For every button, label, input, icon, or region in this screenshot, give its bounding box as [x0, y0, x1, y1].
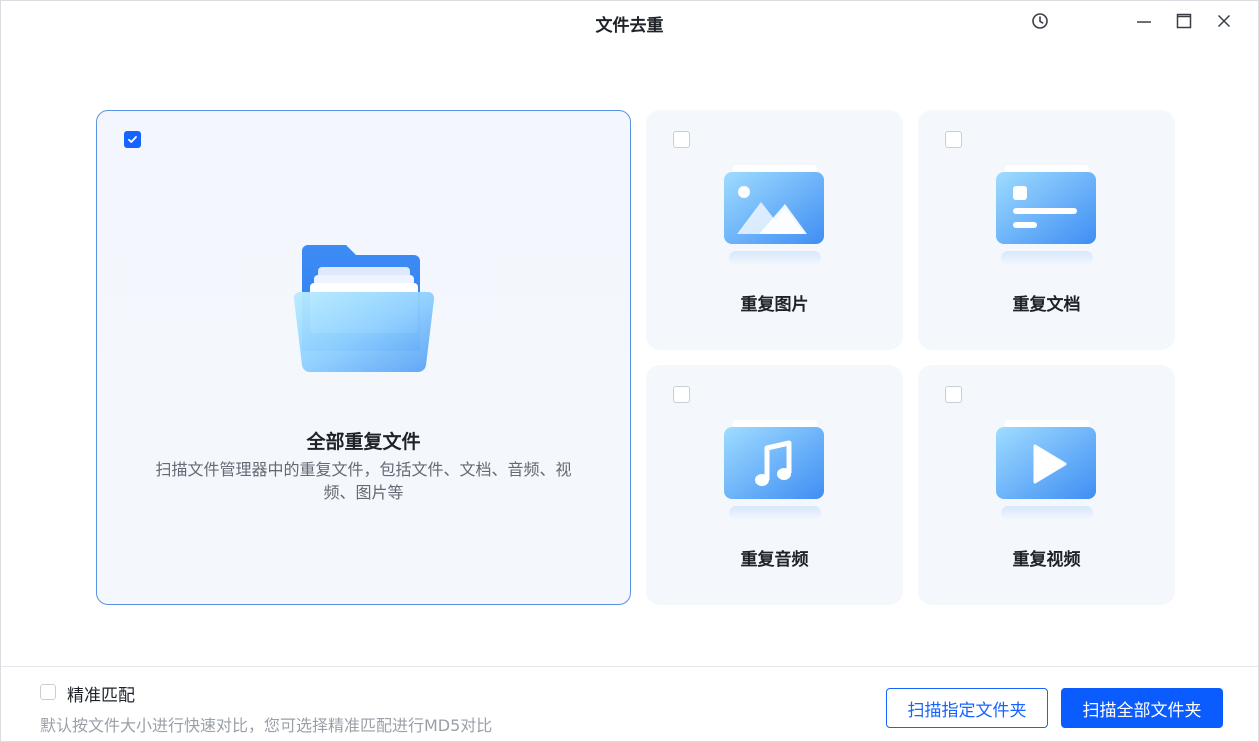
- all-duplicates-description: 扫描文件管理器中的重复文件，包括文件、文档、音频、视频、图片等: [155, 460, 572, 502]
- all-duplicates-checkbox[interactable]: [124, 131, 141, 148]
- all-duplicates-title: 全部重复文件: [306, 431, 421, 453]
- close-button[interactable]: [1213, 10, 1235, 32]
- minimize-button[interactable]: [1133, 10, 1155, 32]
- card-duplicate-documents[interactable]: 重复文档: [918, 110, 1175, 350]
- music-icon: [724, 420, 824, 520]
- card-duplicate-images[interactable]: 重复图片: [646, 110, 903, 350]
- check-icon: [128, 136, 137, 143]
- card-all-duplicates[interactable]: 全部重复文件 扫描文件管理器中的重复文件，包括文件、文档、音频、视频、图片等: [96, 110, 631, 605]
- close-icon: [1217, 14, 1231, 28]
- precise-match-hint: 默认按文件大小进行快速对比，您可选择精准匹配进行MD5对比: [40, 716, 493, 735]
- history-button[interactable]: [1029, 10, 1051, 32]
- precise-match-checkbox[interactable]: [40, 684, 56, 700]
- duplicate-documents-checkbox[interactable]: [945, 131, 962, 148]
- footer-divider: [1, 666, 1258, 667]
- precise-match-label[interactable]: 精准匹配: [67, 681, 135, 706]
- duplicate-audio-label: 重复音频: [740, 550, 809, 570]
- folder-icon: [293, 245, 435, 373]
- card-duplicate-audio[interactable]: 重复音频: [646, 365, 903, 605]
- dedupe-window: 文件去重 全部重复文件 扫描文件管理器中的重复文件，包括文件、文档、音频、视频、…: [0, 0, 1259, 742]
- title-bar: 文件去重: [1, 1, 1258, 43]
- card-duplicate-video[interactable]: 重复视频: [918, 365, 1175, 605]
- duplicate-video-checkbox[interactable]: [945, 386, 962, 403]
- minimize-icon: [1137, 21, 1151, 23]
- scan-folder-button[interactable]: 扫描指定文件夹: [886, 688, 1048, 728]
- image-icon: [724, 165, 824, 265]
- window-title: 文件去重: [595, 16, 664, 36]
- duplicate-images-checkbox[interactable]: [673, 131, 690, 148]
- duplicate-audio-checkbox[interactable]: [673, 386, 690, 403]
- duplicate-documents-label: 重复文档: [1012, 295, 1081, 315]
- document-icon: [996, 165, 1096, 265]
- clock-icon: [1032, 13, 1048, 29]
- duplicate-video-label: 重复视频: [1012, 550, 1081, 570]
- maximize-button[interactable]: [1173, 10, 1195, 32]
- maximize-icon: [1176, 13, 1192, 29]
- scan-all-button[interactable]: 扫描全部文件夹: [1061, 688, 1223, 728]
- duplicate-images-label: 重复图片: [740, 295, 809, 315]
- video-play-icon: [996, 420, 1096, 520]
